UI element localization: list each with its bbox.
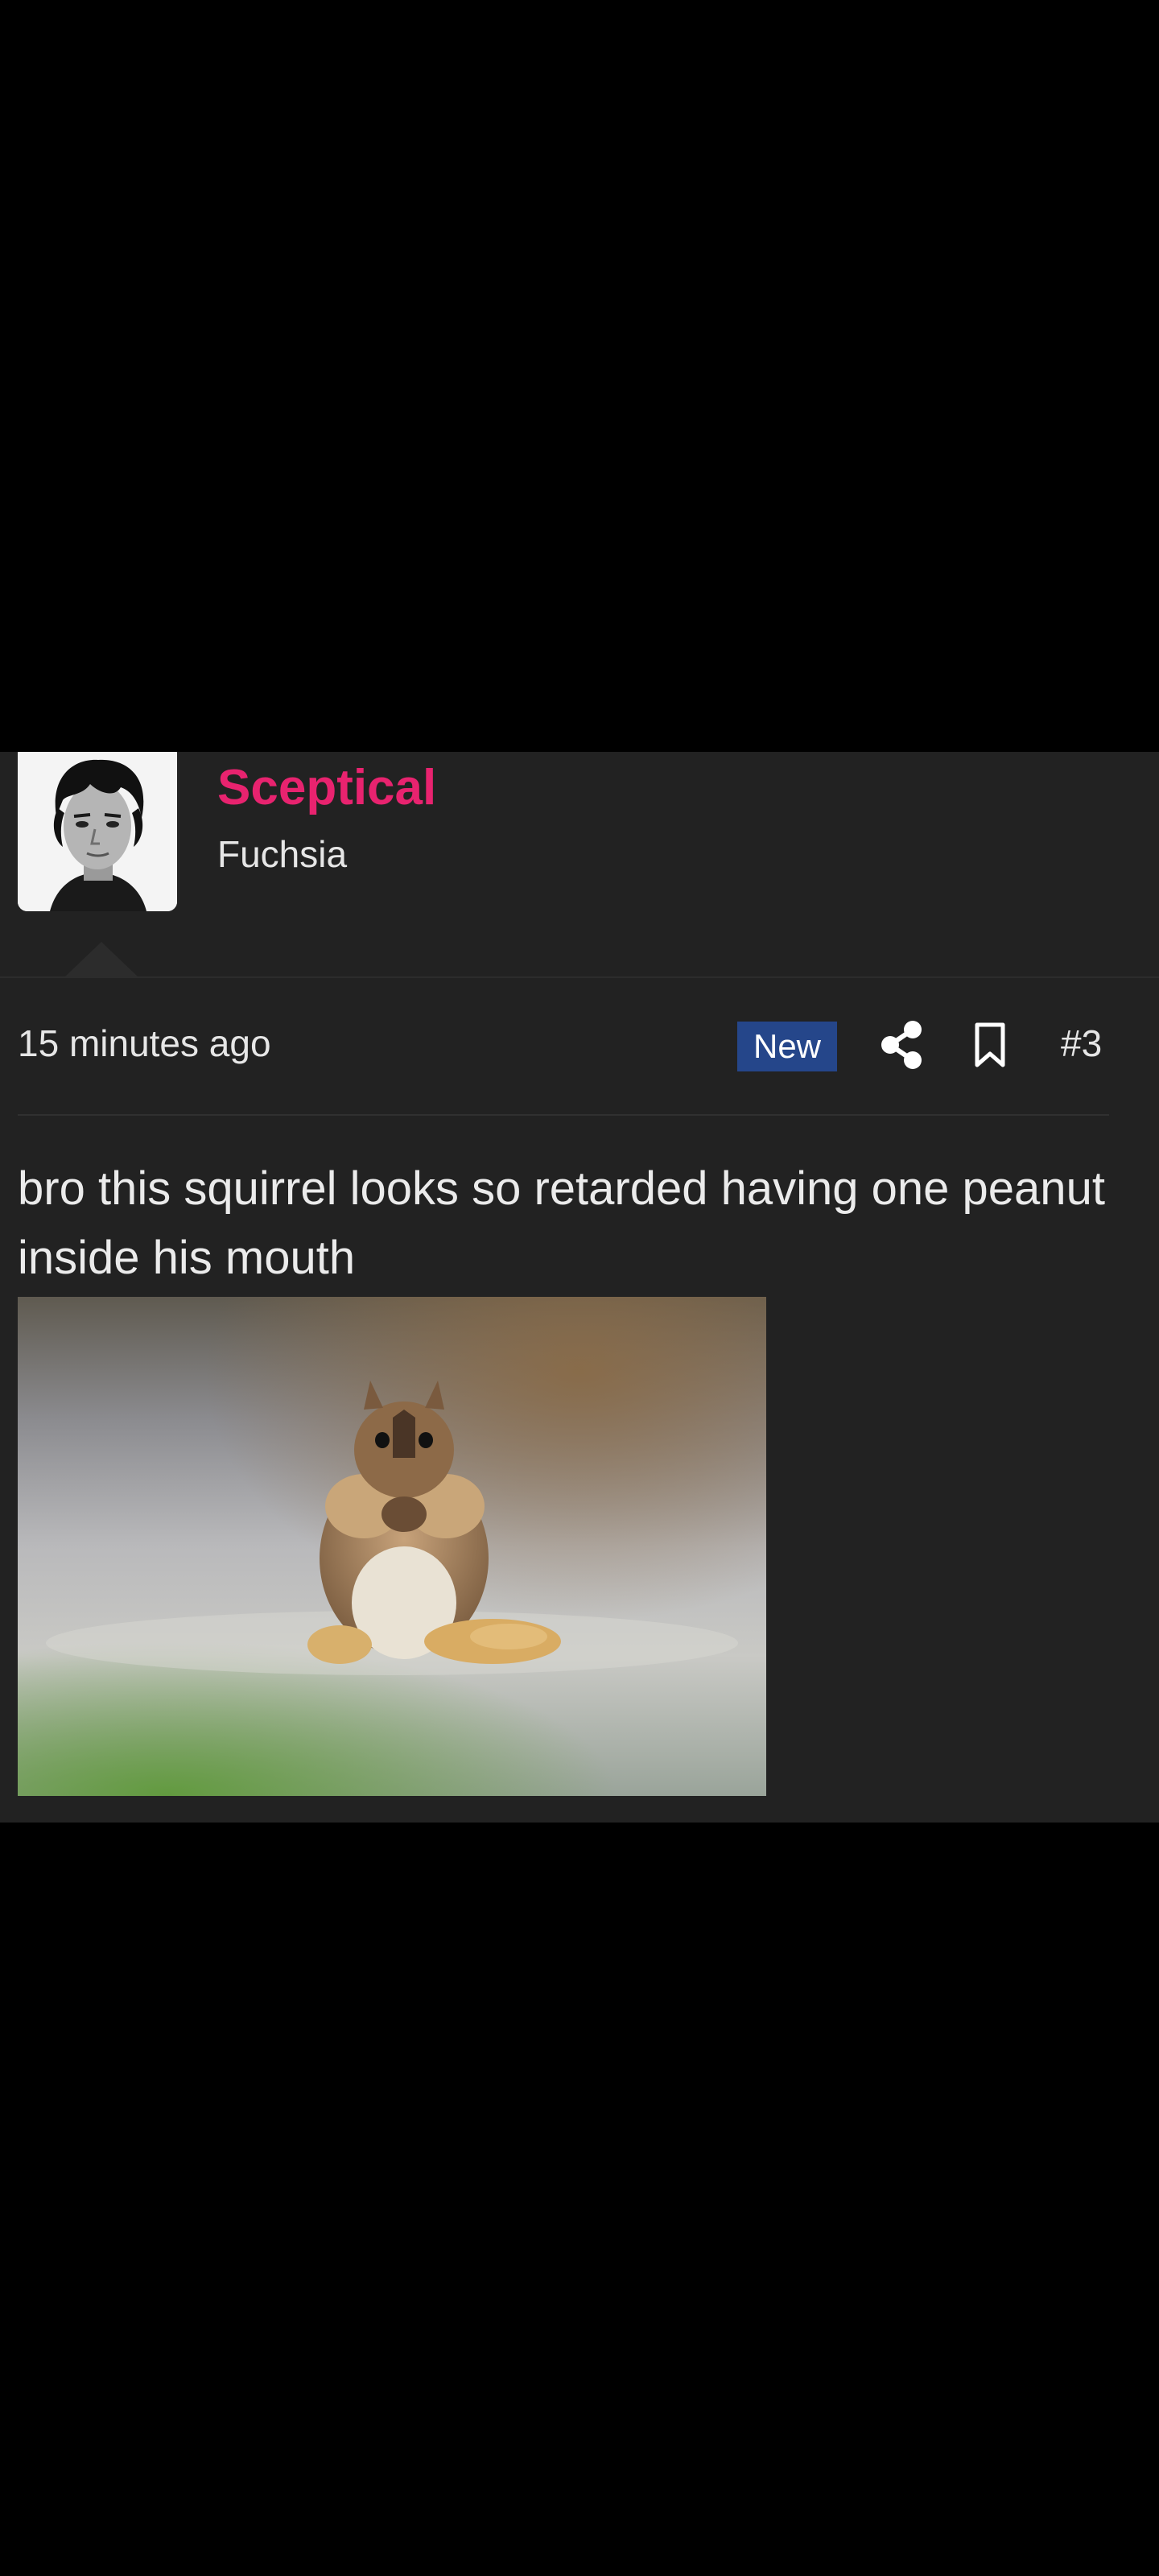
avatar[interactable] [18, 752, 177, 911]
bookmark-button[interactable] [967, 1018, 1013, 1071]
post-author-header: Sceptical Fuchsia [0, 752, 1159, 978]
header-pointer [64, 942, 138, 977]
share-button[interactable] [877, 1018, 926, 1071]
bookmark-icon [975, 1022, 1005, 1067]
username[interactable]: Sceptical [217, 758, 436, 818]
new-badge: New [737, 1022, 837, 1071]
user-title: Fuchsia [217, 833, 348, 875]
meta-divider [18, 1114, 1109, 1116]
post-timestamp[interactable]: 15 minutes ago [18, 1022, 271, 1066]
post-body-text: bro this squirrel looks so retarded havi… [18, 1162, 1105, 1284]
squirrel-photo[interactable] [18, 1297, 766, 1796]
post-meta-row: 15 minutes ago New #3 [0, 978, 1159, 1113]
post-number-link[interactable]: #3 [1061, 1022, 1102, 1066]
forum-post: Sceptical Fuchsia 15 minutes ago New #3 … [0, 752, 1159, 1823]
share-icon [881, 1021, 922, 1069]
